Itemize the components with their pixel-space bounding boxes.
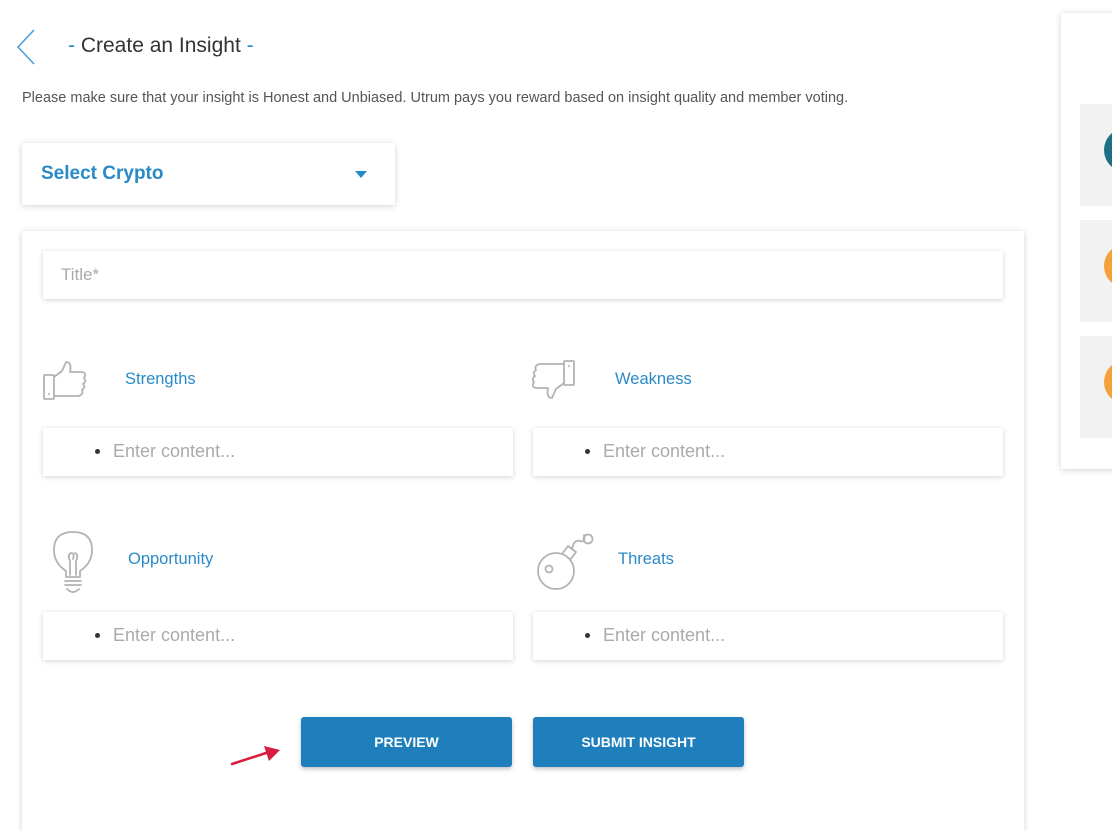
opportunity-label: Opportunity [128,550,214,568]
bomb-icon [537,533,594,590]
preview-button[interactable]: PREVIEW [301,717,512,767]
select-crypto-dropdown[interactable]: Select Crypto [22,143,395,205]
bullet-marker [95,449,100,454]
thumbs-down-icon [532,360,575,399]
weakness-label: Weakness [615,370,692,388]
select-crypto-label: Select Crypto [41,163,164,184]
threats-label: Threats [618,550,674,568]
title-input[interactable] [43,251,1003,299]
strengths-label: Strengths [125,370,196,388]
instructions-text: Please make sure that your insight is Ho… [22,90,849,106]
threats-content-input[interactable]: Enter content... [533,612,1003,660]
right-side-panel [1061,13,1112,469]
strengths-placeholder: Enter content... [113,441,236,461]
bullet-marker [585,633,590,638]
avatar [1104,360,1112,404]
bullet-marker [95,633,100,638]
submit-insight-button[interactable]: SUBMIT INSIGHT [533,717,744,767]
side-list-item[interactable] [1080,336,1112,438]
thumbs-up-icon [43,361,87,400]
annotation-arrow-icon [230,746,280,766]
avatar [1104,244,1112,288]
side-list-item[interactable] [1080,220,1112,322]
page-title: - Create an Insight - [68,34,254,57]
avatar [1104,128,1112,172]
strengths-content-input[interactable]: Enter content... [43,428,513,476]
weakness-placeholder: Enter content... [603,441,726,461]
bullet-marker [585,449,590,454]
weakness-content-input[interactable]: Enter content... [533,428,1003,476]
caret-down-icon [355,171,367,178]
opportunity-placeholder: Enter content... [113,625,236,645]
side-list-item[interactable] [1080,104,1112,206]
insight-form-card: Strengths Weakness Enter content... Ente… [22,231,1024,831]
back-chevron-icon[interactable] [14,28,38,66]
page-title-text: Create an Insight [80,34,241,57]
opportunity-content-input[interactable]: Enter content... [43,612,513,660]
threats-placeholder: Enter content... [603,625,726,645]
lightbulb-icon [53,531,93,593]
